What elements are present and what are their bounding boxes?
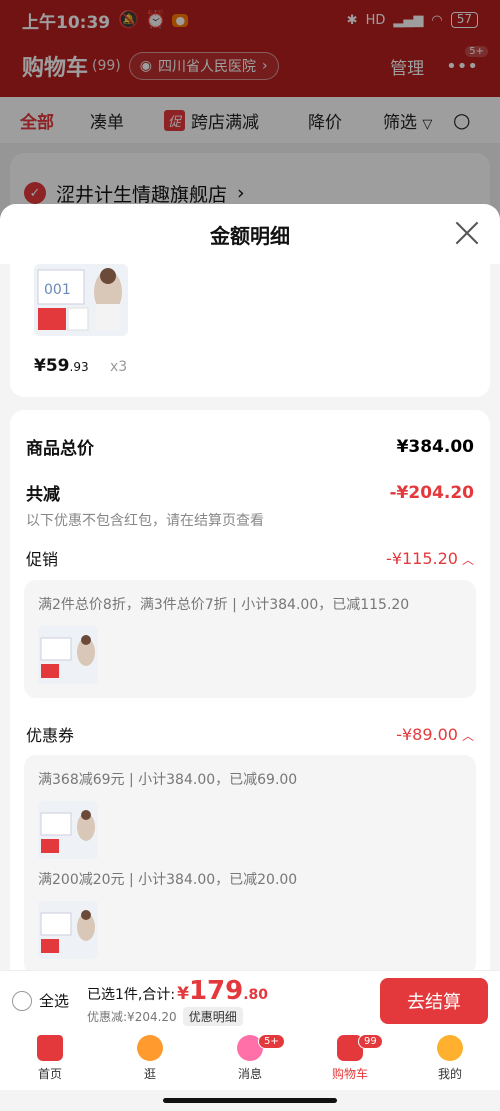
select-all-radio[interactable] <box>12 990 32 1011</box>
home-indicator[interactable] <box>163 1098 337 1103</box>
discount-value: -¥204.20 <box>389 482 475 503</box>
sheet-title: 金额明细 <box>210 223 290 248</box>
total-label: 商品总价 <box>26 439 94 459</box>
bottom-nav: 首页 逛 5+ 消息 99 购物车 我的 <box>0 1030 500 1090</box>
app-root: 上午10:39 🔕 ⏰ ● ✱ HD ▂▄▆ ◠ 57 购物车 (99) ◉ 四… <box>0 0 500 1111</box>
chevron-up-icon: ︿ <box>461 552 474 567</box>
promo-row[interactable]: 促销 -¥115.20 ︿ <box>26 546 474 570</box>
coupon-value: -¥89.00 ︿ <box>396 724 474 744</box>
discount-row: 共减 -¥204.20 <box>26 480 475 506</box>
browse-icon <box>137 1035 163 1061</box>
coupon-detail-box: 满368减69元 | 小计384.00，已减69.00 满200减20元 | 小… <box>24 755 476 975</box>
chevron-up-icon: ︿ <box>461 728 474 743</box>
coupon-desc-2: 满200减20元 | 小计384.00，已减20.00 <box>38 872 298 888</box>
nav-home-label: 首页 <box>37 1067 62 1081</box>
promo-product-thumb <box>38 626 98 684</box>
svg-text:001: 001 <box>44 282 71 298</box>
product-card: 001 ¥59.93 x3 <box>10 264 490 397</box>
messages-badge: 5+ <box>258 1034 285 1049</box>
checkout-button[interactable]: 去结算 <box>380 977 488 1024</box>
product-quantity: x3 <box>110 359 128 375</box>
nav-mine[interactable]: 我的 <box>400 1030 500 1090</box>
select-all-label[interactable]: 全选 <box>39 990 69 1011</box>
total-value: ¥384.00 <box>396 436 474 457</box>
product-thumbnail-graphic: 001 <box>34 264 128 336</box>
promo-value: -¥115.20 ︿ <box>386 548 474 568</box>
nav-messages-label: 消息 <box>237 1067 262 1081</box>
nav-cart-label: 购物车 <box>331 1067 368 1081</box>
coupon-label: 优惠券 <box>26 726 75 745</box>
coupon-product-thumb-1 <box>38 801 98 859</box>
discount-label: 共减 <box>26 485 60 505</box>
promo-label: 促销 <box>26 550 59 569</box>
promo-detail-box: 满2件总价8折，满3件总价7折 | 小计384.00，已减115.20 <box>24 580 476 698</box>
nav-cart[interactable]: 99 购物车 <box>300 1030 400 1090</box>
close-icon[interactable] <box>454 220 480 246</box>
amount-breakdown: 商品总价 ¥384.00 共减 -¥204.20 以下优惠不包含红包，请在结算页… <box>10 410 490 1030</box>
profile-icon <box>437 1035 463 1061</box>
coupon-desc-1: 满368减69元 | 小计384.00，已减69.00 <box>38 772 298 788</box>
checkout-bar: 全选 已选1件,合计: ¥ 179 .80 优惠减:¥204.20 优惠明细 去… <box>0 970 500 1030</box>
total-row: 商品总价 ¥384.00 <box>26 434 474 460</box>
total-decimal: .80 <box>243 986 269 1003</box>
nav-mine-label: 我的 <box>437 1067 462 1081</box>
promo-desc: 满2件总价8折，满3件总价7折 | 小计384.00，已减115.20 <box>38 597 410 613</box>
discount-note: 以下优惠不包含红包，请在结算页查看 <box>26 513 264 529</box>
coupon-row[interactable]: 优惠券 -¥89.00 ︿ <box>26 722 474 746</box>
home-icon <box>37 1035 63 1061</box>
nav-browse[interactable]: 逛 <box>100 1030 200 1090</box>
product-price: ¥59.93 <box>34 356 89 376</box>
nav-browse-label: 逛 <box>143 1067 156 1081</box>
cart-badge: 99 <box>358 1034 383 1049</box>
product-image[interactable]: 001 <box>34 264 128 336</box>
nav-messages[interactable]: 5+ 消息 <box>200 1030 300 1090</box>
discount-summary: 优惠减:¥204.20 <box>87 1009 177 1024</box>
total-integer: 179 <box>188 975 244 1006</box>
selected-text: 已选1件,合计: <box>87 986 176 1003</box>
discount-detail-button[interactable]: 优惠明细 <box>182 1006 243 1026</box>
total-summary: 已选1件,合计: ¥ 179 .80 优惠减:¥204.20 优惠明细 <box>87 976 268 1026</box>
coupon-product-thumb-2 <box>38 901 98 959</box>
total-currency: ¥ <box>177 983 189 1004</box>
sheet-header: 金额明细 <box>0 204 500 264</box>
nav-home[interactable]: 首页 <box>0 1030 100 1090</box>
